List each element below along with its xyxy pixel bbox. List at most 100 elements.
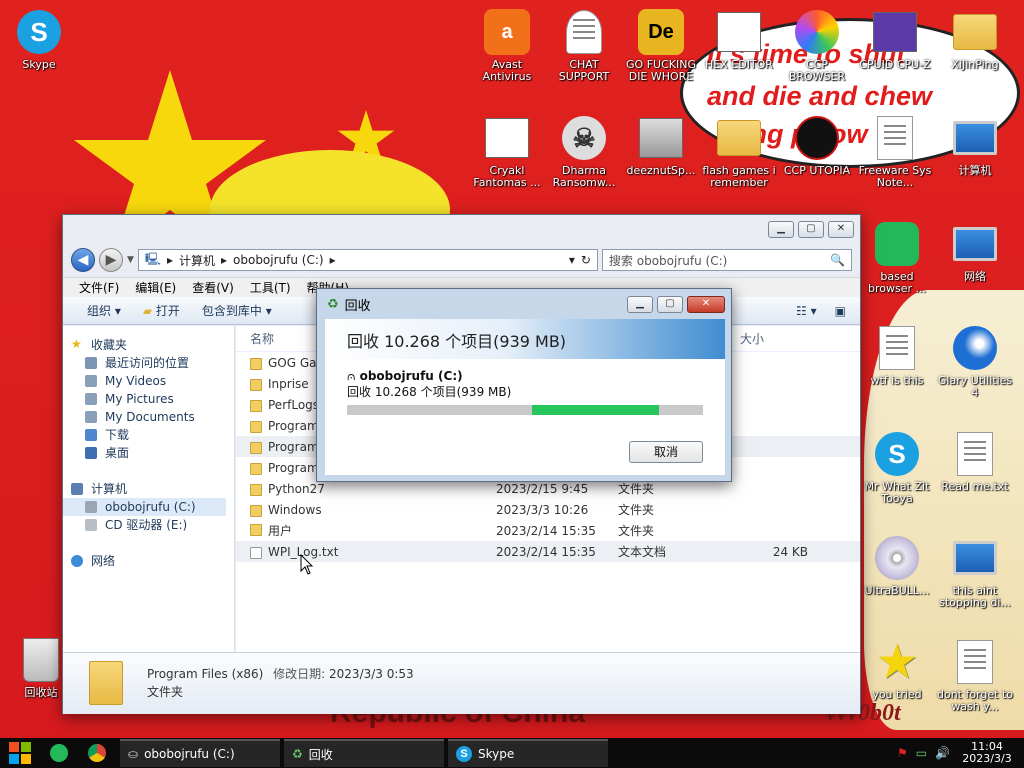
desktop-icon-ccp-utopia[interactable]: CCP UTOPIA	[778, 114, 856, 177]
desktop-icon-mr-what[interactable]: S Mr What Zit Tooya	[858, 430, 936, 505]
document-icon	[877, 116, 913, 160]
preview-pane-icon[interactable]: ▣	[835, 304, 846, 318]
chat-green-icon	[50, 744, 68, 762]
nav-my-videos[interactable]: My Videos	[63, 372, 234, 390]
desktop-icon-hex-editor[interactable]: HEX EDITOR	[700, 8, 778, 71]
computer-icon	[71, 483, 83, 495]
maximize-button[interactable]: ▢	[657, 296, 683, 313]
nav-desktop[interactable]: 桌面	[63, 444, 234, 462]
folder-icon	[250, 378, 262, 391]
recycle-dialog: ♻ 回收 ▁ ▢ ✕ 回收 10.268 个项目(939 MB) ⩀ obobo…	[316, 288, 732, 482]
close-button[interactable]: ✕	[828, 221, 854, 238]
desktop-icon-freeware[interactable]: Freeware Sys Note...	[856, 114, 934, 189]
taskbar-pinned-app[interactable]	[40, 738, 78, 768]
view-options-icon[interactable]: ☷ ▾	[796, 304, 817, 318]
clock-date: 2023/3/3	[962, 752, 1012, 765]
volume-icon[interactable]: 🔊	[935, 746, 950, 760]
start-button[interactable]	[0, 738, 40, 768]
minimize-button[interactable]: ▁	[627, 296, 653, 313]
desktop-icon-this-aint[interactable]: this aint stopping di...	[936, 534, 1014, 609]
documents-icon	[85, 411, 97, 423]
search-icon[interactable]: 🔍	[830, 253, 845, 267]
nav-network[interactable]: 网络	[63, 552, 234, 570]
taskbar-skype[interactable]: S Skype	[448, 739, 608, 767]
desktop-icon-computer[interactable]: 计算机	[936, 114, 1014, 177]
table-row-hovered[interactable]: WPI_Log.txt 2023/2/14 15:35 文本文档 24 KB	[236, 541, 860, 562]
table-row[interactable]: 用户 2023/2/14 15:35 文件夹	[236, 520, 860, 541]
desktop-icon-chat-support[interactable]: CHAT SUPPORT	[545, 8, 623, 83]
nav-drive-c[interactable]: obobojrufu (C:)	[63, 498, 226, 516]
close-button[interactable]: ✕	[687, 296, 725, 313]
desktop-icon-you-tried[interactable]: ★ you tried	[858, 638, 936, 701]
desktop-icon-app[interactable]: De GO FUCKING DIE WHORE	[622, 8, 700, 83]
desktop-icon-skype[interactable]: S Skype	[0, 8, 78, 71]
desktop-icon-network[interactable]: 网络	[936, 220, 1014, 283]
recycle-status: 回收 10.268 个项目(939 MB)	[347, 385, 512, 399]
desktop-icon-avast[interactable]: a Avast Antivirus	[468, 8, 546, 83]
skype-icon: S	[875, 432, 919, 476]
folder-icon	[250, 420, 262, 433]
taskbar: ⛀ obobojrufu (C:) ♻ 回收 S Skype ⚑ ▭ 🔊 11:04 …	[0, 738, 1024, 768]
explorer-titlebar[interactable]: ▁ ▢ ✕	[63, 215, 860, 245]
maximize-button[interactable]: ▢	[798, 221, 824, 238]
desktop-icon	[85, 447, 97, 459]
back-button[interactable]: ◀	[71, 248, 95, 272]
menu-view[interactable]: 查看(V)	[192, 279, 234, 296]
include-in-library-button[interactable]: 包含到库中 ▾	[202, 302, 272, 319]
desktop-icon-cryakl[interactable]: Cryakl Fantomas ...	[468, 114, 546, 189]
menu-file[interactable]: 文件(F)	[79, 279, 119, 296]
taskbar-pinned-chrome[interactable]	[78, 738, 116, 768]
column-size[interactable]: 大小	[740, 330, 820, 347]
desktop-icon-dharma[interactable]: ☠ Dharma Ransomw...	[545, 114, 623, 189]
details-modified-label: 修改日期:	[273, 667, 326, 681]
address-dropdown-icon[interactable]: ▾	[569, 253, 575, 267]
taskbar-explorer[interactable]: ⛀ obobojrufu (C:)	[120, 739, 280, 767]
cancel-button[interactable]: 取消	[629, 441, 703, 463]
organize-button[interactable]: 组织 ▾	[87, 302, 121, 319]
desktop-icon-xijinping[interactable]: XiJinPing	[936, 8, 1014, 71]
desktop-icon-glary[interactable]: Glary Utilities 4	[936, 324, 1014, 399]
recycle-icon: ♻	[327, 296, 339, 312]
folder-icon	[250, 504, 262, 517]
table-row[interactable]: Windows 2023/3/3 10:26 文件夹	[236, 499, 860, 520]
desktop-icon-cpuz[interactable]: CPUID CPU-Z	[856, 8, 934, 71]
taskbar-recycle[interactable]: ♻ 回收	[284, 739, 444, 767]
network-tray-icon[interactable]: ▭	[916, 746, 927, 760]
search-input[interactable]: 搜索 obobojrufu (C:) 🔍	[601, 249, 852, 271]
nav-downloads[interactable]: 下载	[63, 426, 234, 444]
folder-icon	[250, 357, 262, 370]
clock[interactable]: 11:04 2023/3/3	[958, 741, 1016, 765]
desktop-icon-readme[interactable]: Read me.txt	[936, 430, 1014, 493]
desktop-icon-ultrabull[interactable]: UltraBULL...	[858, 534, 936, 597]
refresh-icon[interactable]: ↻	[581, 253, 591, 267]
forward-button[interactable]: ▶	[99, 248, 123, 272]
desktop-icon-ccp-browser[interactable]: CCP BROWSER	[778, 8, 856, 83]
minimize-button[interactable]: ▁	[768, 221, 794, 238]
nav-favorites[interactable]: ★ 收藏夹	[63, 336, 234, 354]
desktop-icon-flash-games[interactable]: flash games i remember	[700, 114, 778, 189]
recycle-dialog-titlebar[interactable]: ♻ 回收 ▁ ▢ ✕	[317, 289, 731, 319]
menu-edit[interactable]: 编辑(E)	[135, 279, 176, 296]
flag-icon[interactable]: ⚑	[897, 746, 908, 760]
breadcrumb-drive[interactable]: obobojrufu (C:)	[233, 253, 324, 267]
desktop-icon-based-browser[interactable]: based browser ...	[858, 220, 936, 295]
menu-tools[interactable]: 工具(T)	[250, 279, 291, 296]
folder-icon	[250, 462, 262, 475]
document-icon	[879, 326, 915, 370]
desktop-icon-wtf[interactable]: wtf is this	[858, 324, 936, 387]
recycle-icon: ♻	[292, 747, 303, 761]
breadcrumb-separator-icon: ▸	[329, 253, 336, 267]
desktop-icon-dont-forget[interactable]: dont forget to wash y...	[936, 638, 1014, 713]
nav-my-documents[interactable]: My Documents	[63, 408, 234, 426]
breadcrumb-computer[interactable]: 计算机	[179, 252, 215, 269]
folder-icon	[250, 399, 262, 412]
nav-recent-places[interactable]: 最近访问的位置	[63, 354, 234, 372]
desktop-icon-deeznut[interactable]: deeznutSp...	[622, 114, 700, 177]
pictures-icon	[85, 393, 97, 405]
nav-computer[interactable]: 计算机	[63, 480, 234, 498]
open-button[interactable]: ▰ 打开	[143, 302, 180, 319]
nav-my-pictures[interactable]: My Pictures	[63, 390, 234, 408]
address-bar[interactable]: 🖳 ▸ 计算机 ▸ obobojrufu (C:) ▸ ▾ ↻	[137, 249, 598, 271]
nav-drive-e[interactable]: CD 驱动器 (E:)	[63, 516, 234, 534]
history-dropdown-icon[interactable]: ▼	[127, 255, 134, 265]
